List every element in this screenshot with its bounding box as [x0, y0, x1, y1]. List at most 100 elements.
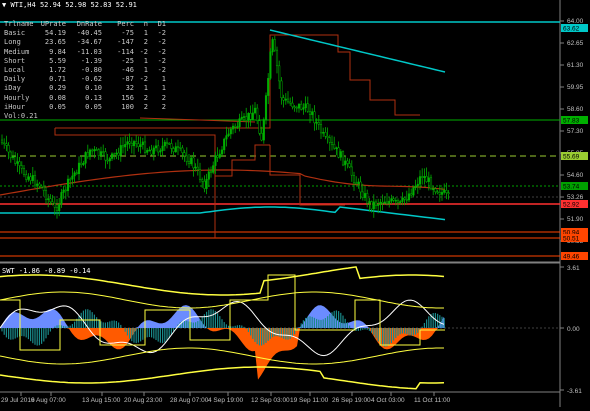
- candle-body: [322, 132, 325, 134]
- candle-body: [75, 172, 78, 175]
- candle-body: [264, 95, 268, 120]
- candle-body: [326, 136, 329, 138]
- candle-body: [77, 162, 81, 175]
- candle-body: [88, 149, 92, 157]
- dropdown-arrow-icon[interactable]: ▼: [2, 1, 6, 9]
- hud-cell: 156: [121, 93, 134, 102]
- candle-body: [421, 176, 424, 178]
- candle-body: [108, 158, 111, 162]
- candle-body: [176, 146, 180, 148]
- candle-body: [414, 185, 417, 188]
- candle-body: [84, 152, 87, 164]
- candle-body: [154, 145, 158, 149]
- candle-body: [55, 207, 59, 211]
- hud-cell: -2: [157, 38, 166, 47]
- candle-body: [99, 151, 103, 156]
- candle-body: [97, 149, 100, 156]
- candle-body: [390, 198, 393, 202]
- hud-cell: -2: [139, 75, 148, 84]
- hud-cell: -114: [117, 47, 134, 56]
- hud-footer: Vol:0.21: [4, 112, 38, 121]
- hud-cell: Short: [4, 56, 26, 65]
- candle-body: [355, 182, 358, 185]
- hud-cell: Basic: [4, 29, 26, 38]
- candle-body: [69, 178, 72, 181]
- candle-body: [253, 107, 257, 114]
- time-tick-label: 11 Oct 11:00: [414, 397, 451, 404]
- hud-header: Trlname UPrate DnRate Perc n D1: [4, 20, 166, 28]
- time-tick-label: 12 Sep 03:00: [251, 397, 290, 404]
- price-label-text: 57.83: [563, 118, 580, 125]
- candle-body: [141, 141, 144, 145]
- candle-body: [27, 176, 30, 180]
- time-tick-label: 4 Sep 19:00: [208, 397, 243, 404]
- candle-body: [95, 149, 98, 151]
- candle-body: [249, 113, 252, 120]
- hud-cell: 0.71: [49, 75, 66, 84]
- candle-body: [293, 106, 296, 109]
- candle-body: [104, 151, 107, 161]
- candle-body: [383, 201, 386, 204]
- candle-body: [416, 183, 419, 187]
- candle-body: [132, 141, 136, 147]
- candle-body: [352, 175, 356, 184]
- candle-body: [51, 201, 54, 204]
- candle-body: [71, 175, 74, 180]
- candle-body: [234, 125, 237, 128]
- osc-tick-label: 3.61: [567, 265, 580, 272]
- candle-body: [297, 103, 301, 109]
- candle-body: [227, 133, 230, 136]
- hud-row: Local 1.72 -0.80 -46 1 -2: [4, 66, 166, 75]
- candle-body: [240, 116, 243, 119]
- candle-body: [214, 155, 217, 166]
- price-label-text: 52.92: [563, 202, 580, 209]
- candle-body: [372, 201, 375, 210]
- candle-body: [93, 149, 96, 152]
- candle-body: [161, 145, 164, 151]
- candle-body: [278, 65, 281, 82]
- candle-body: [324, 132, 327, 137]
- candle-body: [392, 198, 395, 201]
- candle-body: [388, 200, 391, 204]
- hud-cell: -2: [139, 47, 148, 56]
- hud-cell: Daily: [4, 75, 26, 84]
- candle-body: [361, 191, 364, 198]
- oscillator-title: SWT -1.86 -0.89 -0.14: [2, 267, 91, 275]
- candle-body: [36, 183, 39, 186]
- candle-body: [445, 190, 448, 193]
- candle-body: [427, 177, 430, 182]
- hud-cell: -46: [121, 66, 134, 75]
- hud-cell: 1: [143, 84, 148, 93]
- hud-row: Long 23.65 -34.67 -147 2 -2: [4, 38, 166, 47]
- candle-body: [16, 161, 19, 164]
- candle-body: [216, 155, 219, 158]
- candle-body: [330, 142, 334, 145]
- candle-body: [366, 193, 369, 204]
- candle-body: [187, 161, 191, 164]
- candle-body: [148, 149, 151, 152]
- candle-body: [194, 166, 197, 169]
- hud-cell: 32: [125, 84, 134, 93]
- hud-cell: 23.65: [44, 38, 66, 47]
- candle-body: [218, 153, 221, 158]
- candle-body: [198, 169, 202, 180]
- candle-body: [429, 177, 433, 190]
- hud-cell: -0.80: [80, 66, 102, 75]
- candle-body: [317, 122, 320, 125]
- candle-body: [44, 190, 48, 200]
- time-tick-label: 20 Aug 23:00: [124, 397, 163, 404]
- candle-body: [412, 187, 415, 196]
- hud-cell: 2: [143, 38, 148, 47]
- hud-cell: 1.72: [49, 66, 66, 75]
- candle-body: [300, 103, 303, 110]
- hud-cell: 2: [161, 93, 166, 102]
- hud-row: iHour 0.05 0.05 100 2 2: [4, 103, 166, 112]
- chart-window[interactable]: 64.0062.6561.3059.9558.6057.3055.9554.60…: [0, 0, 590, 407]
- hud-row: Daily 0.71 -0.62 -87 -2 1: [4, 75, 166, 84]
- trend-info-panel: Trlname UPrate DnRate Perc n D1 Basic 54.…: [4, 20, 166, 121]
- candle-body: [53, 203, 56, 208]
- candle-body: [286, 98, 290, 103]
- candle-body: [328, 137, 331, 143]
- candle-body: [42, 186, 45, 191]
- hud-cell: 2: [143, 102, 148, 111]
